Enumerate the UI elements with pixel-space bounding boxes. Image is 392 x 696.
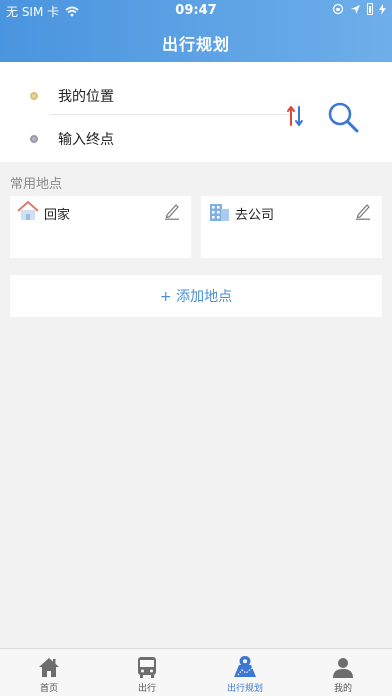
edit-pencil-icon[interactable] — [355, 202, 371, 220]
tab-label: 首页 — [39, 684, 58, 694]
office-building-icon — [210, 204, 229, 221]
route-divider — [50, 114, 290, 115]
page-title: 出行规划 — [161, 35, 230, 54]
add-place-button[interactable]: + 添加地点 — [10, 275, 382, 317]
tab-label: 我的 — [333, 684, 352, 694]
home-icon — [39, 658, 59, 677]
tab-home[interactable]: 首页 — [0, 649, 98, 696]
charging-bolt-icon — [379, 3, 386, 15]
person-icon — [333, 658, 353, 678]
swap-route-icon[interactable] — [286, 105, 304, 127]
bus-icon — [138, 657, 156, 678]
orientation-lock-icon — [332, 3, 344, 15]
tab-label: 出行 — [137, 684, 156, 694]
common-places-title: 常用地点 — [10, 177, 63, 192]
place-name: 去公司 — [235, 208, 275, 223]
place-card-home[interactable]: 回家 — [10, 196, 191, 258]
status-right — [332, 3, 386, 15]
tab-trip-planning[interactable]: 出行规划 — [196, 649, 294, 696]
destination-placeholder: 输入终点 — [58, 132, 114, 148]
edit-pencil-icon[interactable] — [164, 202, 180, 220]
origin-dot-icon — [30, 92, 38, 100]
map-route-icon — [234, 656, 256, 677]
header-bar: 无 SIM 卡 09:47 出行规划 — [0, 0, 392, 62]
destination-field[interactable]: 输入终点 — [30, 129, 114, 149]
tab-travel[interactable]: 出行 — [98, 649, 196, 696]
place-name: 回家 — [44, 208, 71, 223]
tab-label: 出行规划 — [226, 684, 263, 694]
house-icon — [17, 201, 39, 220]
status-bar: 无 SIM 卡 09:47 — [0, 0, 392, 22]
origin-label: 我的位置 — [58, 89, 114, 105]
destination-dot-icon — [30, 135, 38, 143]
battery-icon — [367, 3, 373, 15]
tab-mine[interactable]: 我的 — [294, 649, 392, 696]
tab-bar: 首页 出行 出行规划 我的 — [0, 648, 392, 696]
search-icon[interactable] — [326, 100, 360, 134]
origin-field[interactable]: 我的位置 — [30, 86, 114, 106]
location-arrow-icon — [351, 4, 360, 14]
route-input-card: 我的位置 输入终点 — [0, 62, 392, 162]
place-card-office[interactable]: 去公司 — [201, 196, 382, 258]
